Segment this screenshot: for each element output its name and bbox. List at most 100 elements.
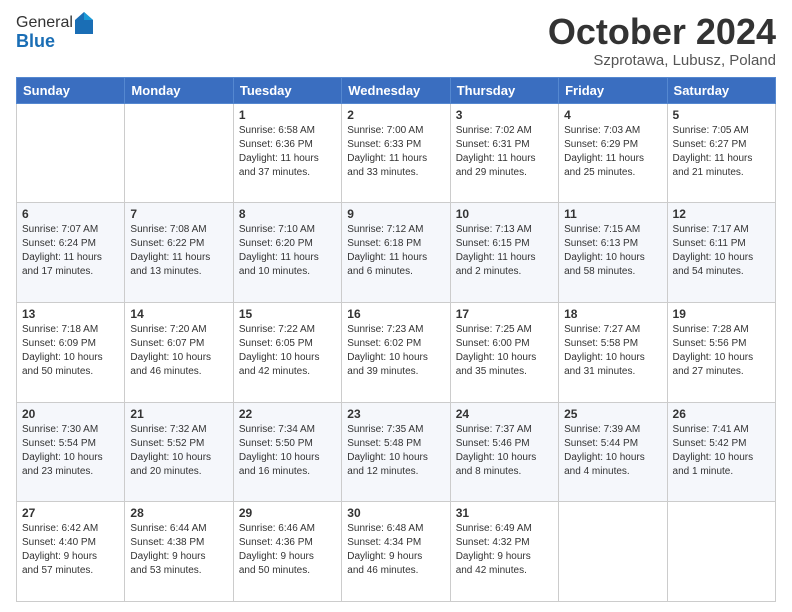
cell-content: Sunrise: 7:28 AM Sunset: 5:56 PM Dayligh… xyxy=(673,323,770,379)
table-cell: 4 Sunrise: 7:03 AM Sunset: 6:29 PM Daylig… xyxy=(559,103,667,203)
day-number: 7 xyxy=(130,207,227,221)
table-cell: 6 Sunrise: 7:07 AM Sunset: 6:24 PM Daylig… xyxy=(17,203,125,303)
calendar-week-4: 20 Sunrise: 7:30 AM Sunset: 5:54 PM Dayli… xyxy=(17,402,776,502)
location: Szprotawa, Lubusz, Poland xyxy=(548,52,776,69)
table-cell: 16 Sunrise: 7:23 AM Sunset: 6:02 PM Dayli… xyxy=(342,302,450,402)
table-cell: 20 Sunrise: 7:30 AM Sunset: 5:54 PM Dayli… xyxy=(17,402,125,502)
table-cell: 17 Sunrise: 7:25 AM Sunset: 6:00 PM Dayli… xyxy=(450,302,558,402)
cell-content: Sunrise: 7:13 AM Sunset: 6:15 PM Dayligh… xyxy=(456,223,553,279)
logo: General Blue xyxy=(16,12,93,52)
cell-content: Sunrise: 6:48 AM Sunset: 4:34 PM Dayligh… xyxy=(347,522,444,578)
day-number: 22 xyxy=(239,407,336,421)
table-cell xyxy=(667,502,775,602)
cell-content: Sunrise: 7:05 AM Sunset: 6:27 PM Dayligh… xyxy=(673,124,770,180)
day-number: 14 xyxy=(130,307,227,321)
col-monday: Monday xyxy=(125,77,233,103)
col-saturday: Saturday xyxy=(667,77,775,103)
day-number: 6 xyxy=(22,207,119,221)
day-number: 17 xyxy=(456,307,553,321)
table-cell: 21 Sunrise: 7:32 AM Sunset: 5:52 PM Dayli… xyxy=(125,402,233,502)
day-number: 23 xyxy=(347,407,444,421)
table-cell: 18 Sunrise: 7:27 AM Sunset: 5:58 PM Dayli… xyxy=(559,302,667,402)
day-number: 28 xyxy=(130,506,227,520)
day-number: 21 xyxy=(130,407,227,421)
calendar-header-row: Sunday Monday Tuesday Wednesday Thursday… xyxy=(17,77,776,103)
table-cell xyxy=(125,103,233,203)
table-cell: 9 Sunrise: 7:12 AM Sunset: 6:18 PM Daylig… xyxy=(342,203,450,303)
day-number: 4 xyxy=(564,108,661,122)
table-cell: 10 Sunrise: 7:13 AM Sunset: 6:15 PM Dayli… xyxy=(450,203,558,303)
table-cell: 1 Sunrise: 6:58 AM Sunset: 6:36 PM Daylig… xyxy=(233,103,341,203)
cell-content: Sunrise: 7:23 AM Sunset: 6:02 PM Dayligh… xyxy=(347,323,444,379)
day-number: 20 xyxy=(22,407,119,421)
calendar-week-2: 6 Sunrise: 7:07 AM Sunset: 6:24 PM Daylig… xyxy=(17,203,776,303)
table-cell: 15 Sunrise: 7:22 AM Sunset: 6:05 PM Dayli… xyxy=(233,302,341,402)
col-wednesday: Wednesday xyxy=(342,77,450,103)
day-number: 24 xyxy=(456,407,553,421)
day-number: 11 xyxy=(564,207,661,221)
day-number: 25 xyxy=(564,407,661,421)
cell-content: Sunrise: 7:03 AM Sunset: 6:29 PM Dayligh… xyxy=(564,124,661,180)
table-cell: 19 Sunrise: 7:28 AM Sunset: 5:56 PM Dayli… xyxy=(667,302,775,402)
table-cell: 25 Sunrise: 7:39 AM Sunset: 5:44 PM Dayli… xyxy=(559,402,667,502)
col-friday: Friday xyxy=(559,77,667,103)
cell-content: Sunrise: 7:17 AM Sunset: 6:11 PM Dayligh… xyxy=(673,223,770,279)
table-cell: 31Sunrise: 6:49 AM Sunset: 4:32 PM Dayli… xyxy=(450,502,558,602)
table-cell: 22 Sunrise: 7:34 AM Sunset: 5:50 PM Dayli… xyxy=(233,402,341,502)
cell-content: Sunrise: 7:27 AM Sunset: 5:58 PM Dayligh… xyxy=(564,323,661,379)
day-number: 19 xyxy=(673,307,770,321)
col-sunday: Sunday xyxy=(17,77,125,103)
table-cell: 14Sunrise: 7:20 AM Sunset: 6:07 PM Dayli… xyxy=(125,302,233,402)
cell-content: Sunrise: 7:25 AM Sunset: 6:00 PM Dayligh… xyxy=(456,323,553,379)
table-cell: 23Sunrise: 7:35 AM Sunset: 5:48 PM Dayli… xyxy=(342,402,450,502)
table-cell: 30 Sunrise: 6:48 AM Sunset: 4:34 PM Dayli… xyxy=(342,502,450,602)
cell-content: Sunrise: 7:30 AM Sunset: 5:54 PM Dayligh… xyxy=(22,423,119,479)
day-number: 3 xyxy=(456,108,553,122)
header: General Blue October 2024 Szprotawa, Lub… xyxy=(16,12,776,69)
day-number: 9 xyxy=(347,207,444,221)
day-number: 5 xyxy=(673,108,770,122)
table-cell: 2Sunrise: 7:00 AM Sunset: 6:33 PM Daylig… xyxy=(342,103,450,203)
table-cell: 8Sunrise: 7:10 AM Sunset: 6:20 PM Daylig… xyxy=(233,203,341,303)
cell-content: Sunrise: 7:22 AM Sunset: 6:05 PM Dayligh… xyxy=(239,323,336,379)
day-number: 16 xyxy=(347,307,444,321)
day-number: 30 xyxy=(347,506,444,520)
cell-content: Sunrise: 7:15 AM Sunset: 6:13 PM Dayligh… xyxy=(564,223,661,279)
page: General Blue October 2024 Szprotawa, Lub… xyxy=(0,0,792,612)
title-block: October 2024 Szprotawa, Lubusz, Poland xyxy=(548,12,776,69)
cell-content: Sunrise: 6:58 AM Sunset: 6:36 PM Dayligh… xyxy=(239,124,336,180)
calendar-week-3: 13 Sunrise: 7:18 AM Sunset: 6:09 PM Dayli… xyxy=(17,302,776,402)
table-cell: 27 Sunrise: 6:42 AM Sunset: 4:40 PM Dayli… xyxy=(17,502,125,602)
day-number: 29 xyxy=(239,506,336,520)
calendar-week-1: 1 Sunrise: 6:58 AM Sunset: 6:36 PM Daylig… xyxy=(17,103,776,203)
day-number: 1 xyxy=(239,108,336,122)
cell-content: Sunrise: 7:12 AM Sunset: 6:18 PM Dayligh… xyxy=(347,223,444,279)
logo-blue-text: Blue xyxy=(16,31,93,52)
day-number: 15 xyxy=(239,307,336,321)
day-number: 27 xyxy=(22,506,119,520)
table-cell: 26Sunrise: 7:41 AM Sunset: 5:42 PM Dayli… xyxy=(667,402,775,502)
day-number: 13 xyxy=(22,307,119,321)
day-number: 18 xyxy=(564,307,661,321)
cell-content: Sunrise: 7:37 AM Sunset: 5:46 PM Dayligh… xyxy=(456,423,553,479)
cell-content: Sunrise: 7:39 AM Sunset: 5:44 PM Dayligh… xyxy=(564,423,661,479)
calendar-table: Sunday Monday Tuesday Wednesday Thursday… xyxy=(16,77,776,602)
logo-general-text: General xyxy=(16,14,73,32)
table-cell xyxy=(17,103,125,203)
cell-content: Sunrise: 6:49 AM Sunset: 4:32 PM Dayligh… xyxy=(456,522,553,578)
calendar-week-5: 27 Sunrise: 6:42 AM Sunset: 4:40 PM Dayli… xyxy=(17,502,776,602)
cell-content: Sunrise: 6:46 AM Sunset: 4:36 PM Dayligh… xyxy=(239,522,336,578)
cell-content: Sunrise: 7:34 AM Sunset: 5:50 PM Dayligh… xyxy=(239,423,336,479)
cell-content: Sunrise: 6:42 AM Sunset: 4:40 PM Dayligh… xyxy=(22,522,119,578)
day-number: 26 xyxy=(673,407,770,421)
table-cell: 29 Sunrise: 6:46 AM Sunset: 4:36 PM Dayli… xyxy=(233,502,341,602)
day-number: 10 xyxy=(456,207,553,221)
month-title: October 2024 xyxy=(548,12,776,52)
table-cell: 12Sunrise: 7:17 AM Sunset: 6:11 PM Dayli… xyxy=(667,203,775,303)
table-cell: 5 Sunrise: 7:05 AM Sunset: 6:27 PM Daylig… xyxy=(667,103,775,203)
cell-content: Sunrise: 7:32 AM Sunset: 5:52 PM Dayligh… xyxy=(130,423,227,479)
cell-content: Sunrise: 7:02 AM Sunset: 6:31 PM Dayligh… xyxy=(456,124,553,180)
cell-content: Sunrise: 6:44 AM Sunset: 4:38 PM Dayligh… xyxy=(130,522,227,578)
cell-content: Sunrise: 7:18 AM Sunset: 6:09 PM Dayligh… xyxy=(22,323,119,379)
cell-content: Sunrise: 7:07 AM Sunset: 6:24 PM Dayligh… xyxy=(22,223,119,279)
